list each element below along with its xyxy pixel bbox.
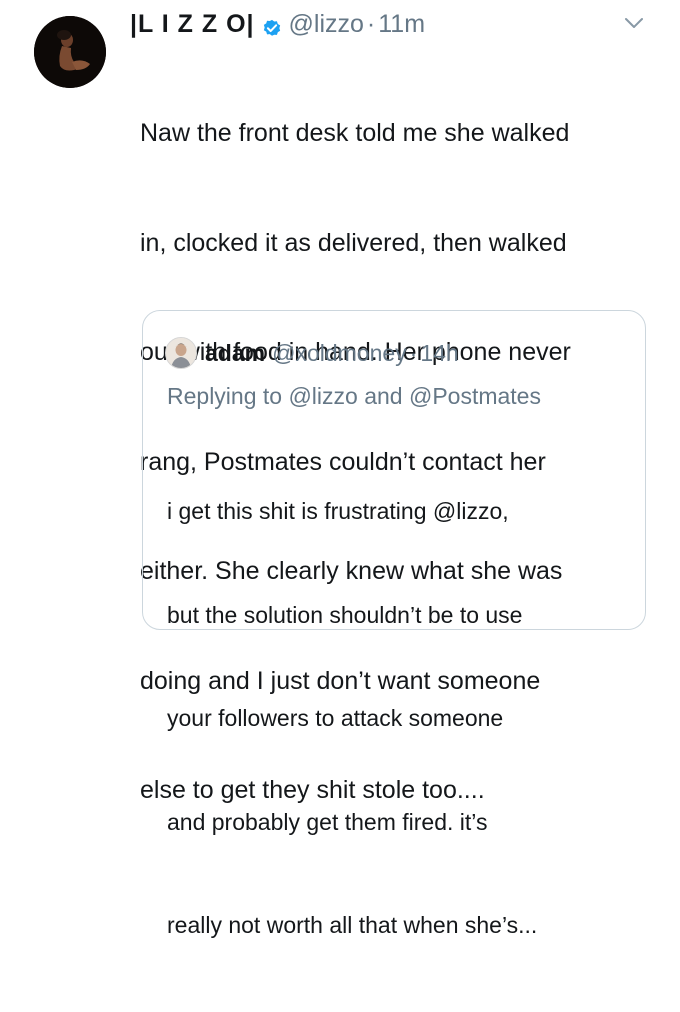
quoted-text-line: i get this shit is frustrating @lizzo, (167, 498, 509, 524)
quoted-display-name[interactable]: adam (205, 338, 265, 368)
verified-badge-icon (261, 13, 283, 36)
tweet-header: |L I Z Z O| @lizzo · 11m (130, 6, 640, 42)
timestamp[interactable]: 11m (378, 6, 425, 42)
quoted-author-avatar[interactable] (165, 337, 197, 369)
quoted-text-line: but the solution shouldn’t be to use (167, 601, 523, 628)
quoted-timestamp[interactable]: 14h (420, 338, 458, 368)
separator-dot: · (366, 10, 376, 38)
quoted-text-line: really not worth all that when she’s... (167, 912, 538, 938)
avatar-photo-icon (34, 16, 106, 88)
quoted-text-line: your followers to attack someone (167, 705, 504, 731)
quoted-text-line: and probably get them fired. it’s (167, 808, 488, 835)
quoted-tweet-text: i get this shit is frustrating @lizzo, b… (167, 425, 627, 1012)
author-handle[interactable]: @lizzo (289, 6, 364, 42)
display-name[interactable]: |L I Z Z O| (130, 6, 255, 42)
tweet[interactable]: |L I Z Z O| @lizzo · 11m Naw the front d… (0, 0, 680, 938)
replying-to-label: Replying to @lizzo and @Postmates (167, 383, 541, 409)
chevron-down-icon[interactable] (624, 16, 644, 30)
quoted-author-handle[interactable]: @xoldmoney (272, 338, 407, 368)
tweet-text-line: Naw the front desk told me she walked (140, 119, 570, 147)
separator-dot: · (409, 340, 418, 366)
avatar-photo-icon (166, 338, 196, 368)
quoted-tweet-card[interactable]: adam @xoldmoney · 14h Replying to @lizzo… (142, 310, 646, 938)
author-avatar[interactable] (34, 16, 106, 88)
tweet-text-line: in, clocked it as delivered, then walked (140, 228, 567, 257)
quoted-tweet-header: adam @xoldmoney · 14h (165, 337, 459, 369)
